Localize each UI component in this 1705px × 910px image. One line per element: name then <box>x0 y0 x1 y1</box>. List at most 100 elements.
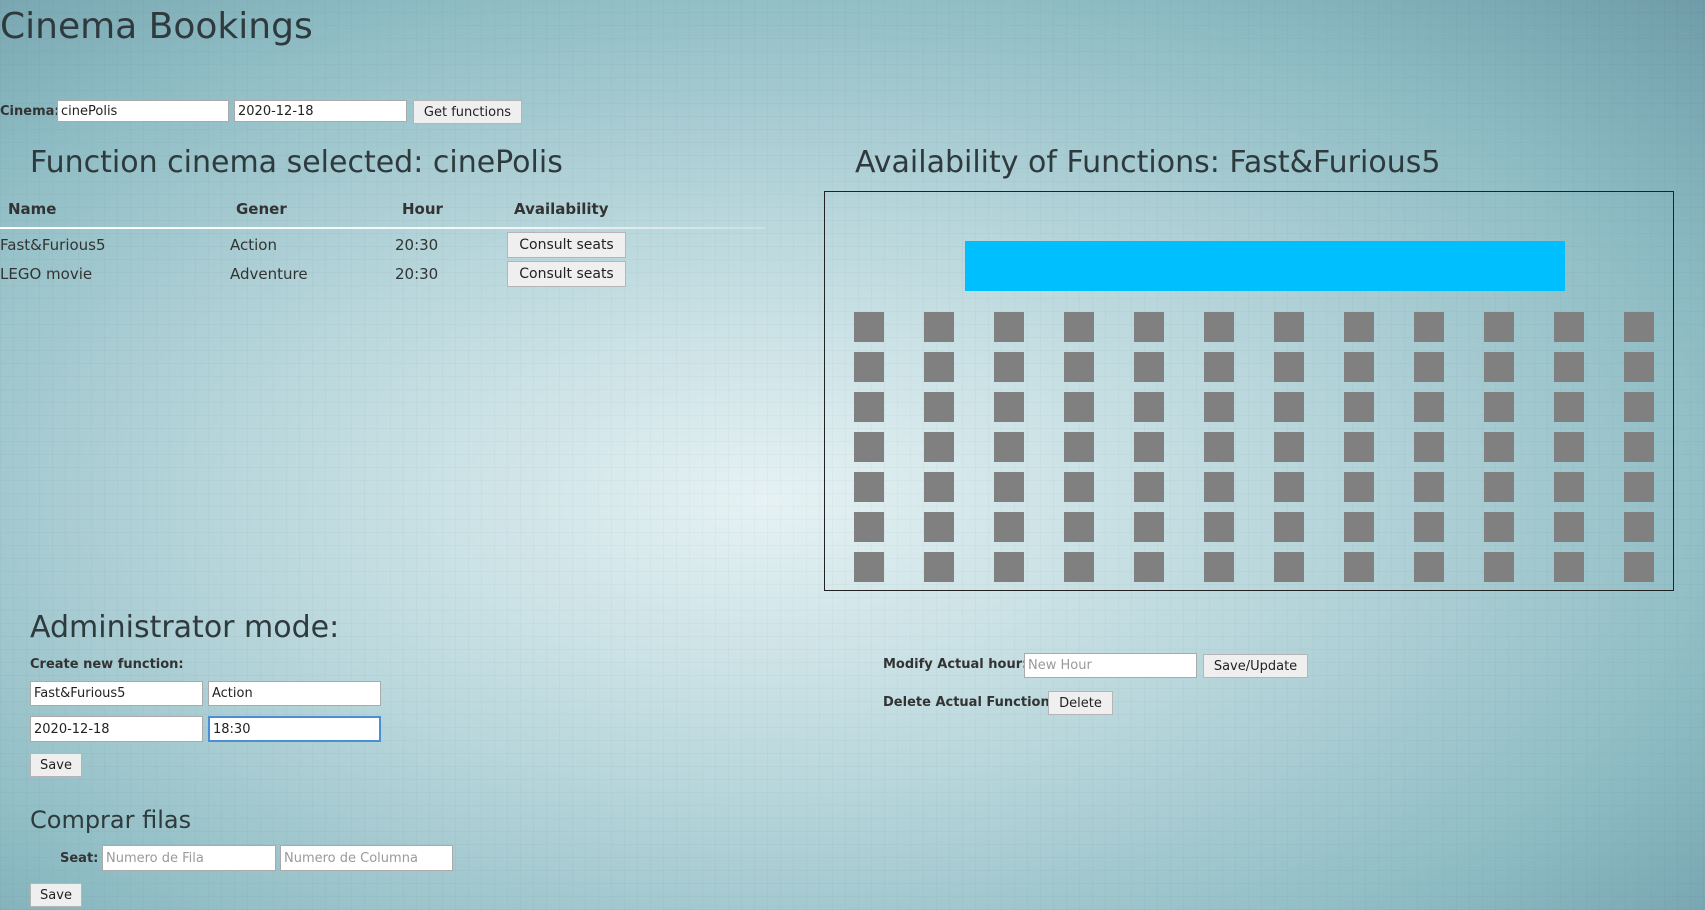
seat[interactable] <box>1274 552 1304 582</box>
seat[interactable] <box>1344 312 1374 342</box>
seat[interactable] <box>1204 552 1234 582</box>
seat[interactable] <box>924 392 954 422</box>
seat[interactable] <box>1624 552 1654 582</box>
seat[interactable] <box>854 512 884 542</box>
seat[interactable] <box>1064 312 1094 342</box>
seat[interactable] <box>1624 432 1654 462</box>
delete-button[interactable]: Delete <box>1048 691 1113 715</box>
seat[interactable] <box>994 312 1024 342</box>
seat[interactable] <box>1414 352 1444 382</box>
seat[interactable] <box>1274 312 1304 342</box>
seat[interactable] <box>924 472 954 502</box>
seat[interactable] <box>1204 312 1234 342</box>
function-date-input[interactable] <box>30 716 203 742</box>
seat[interactable] <box>924 432 954 462</box>
seat[interactable] <box>1064 472 1094 502</box>
seat[interactable] <box>924 552 954 582</box>
seat[interactable] <box>1274 432 1304 462</box>
seat[interactable] <box>1134 512 1164 542</box>
seat[interactable] <box>854 352 884 382</box>
seat[interactable] <box>1484 392 1514 422</box>
seat[interactable] <box>1204 352 1234 382</box>
seat[interactable] <box>1344 352 1374 382</box>
seat[interactable] <box>1274 392 1304 422</box>
save-update-button[interactable]: Save/Update <box>1203 654 1308 678</box>
seat[interactable] <box>924 352 954 382</box>
seat[interactable] <box>1134 552 1164 582</box>
seat[interactable] <box>1554 512 1584 542</box>
seat[interactable] <box>1204 392 1234 422</box>
seat[interactable] <box>924 312 954 342</box>
seat[interactable] <box>1624 472 1654 502</box>
seat[interactable] <box>854 392 884 422</box>
seat[interactable] <box>1414 432 1444 462</box>
seat[interactable] <box>994 352 1024 382</box>
seat[interactable] <box>1274 472 1304 502</box>
seat[interactable] <box>1414 392 1444 422</box>
column-number-input[interactable] <box>280 845 453 871</box>
seat[interactable] <box>1554 352 1584 382</box>
buy-save-button[interactable]: Save <box>30 883 82 907</box>
seat[interactable] <box>1134 392 1164 422</box>
consult-seats-button[interactable]: Consult seats <box>507 261 626 287</box>
seat[interactable] <box>1554 472 1584 502</box>
seat[interactable] <box>1064 552 1094 582</box>
seat[interactable] <box>1484 432 1514 462</box>
seat[interactable] <box>1134 432 1164 462</box>
seat[interactable] <box>1344 392 1374 422</box>
seat[interactable] <box>994 392 1024 422</box>
seat[interactable] <box>1064 352 1094 382</box>
function-name-input[interactable] <box>30 681 203 706</box>
seat[interactable] <box>1134 352 1164 382</box>
seat[interactable] <box>1414 472 1444 502</box>
seat[interactable] <box>1484 352 1514 382</box>
seat[interactable] <box>1484 512 1514 542</box>
new-hour-input[interactable] <box>1024 653 1197 678</box>
seat[interactable] <box>1624 392 1654 422</box>
seat[interactable] <box>1064 432 1094 462</box>
seat[interactable] <box>1204 472 1234 502</box>
seat[interactable] <box>1344 512 1374 542</box>
seat[interactable] <box>994 552 1024 582</box>
date-input[interactable] <box>234 100 407 122</box>
seat[interactable] <box>1064 512 1094 542</box>
seat[interactable] <box>1554 392 1584 422</box>
seat[interactable] <box>1414 552 1444 582</box>
seat[interactable] <box>1414 512 1444 542</box>
seat[interactable] <box>1274 512 1304 542</box>
seat[interactable] <box>1554 312 1584 342</box>
save-function-button[interactable]: Save <box>30 753 82 777</box>
consult-seats-button[interactable]: Consult seats <box>507 232 626 258</box>
seat[interactable] <box>1064 392 1094 422</box>
seat[interactable] <box>1484 472 1514 502</box>
seat[interactable] <box>1624 512 1654 542</box>
seat[interactable] <box>1344 432 1374 462</box>
seat[interactable] <box>1344 552 1374 582</box>
row-number-input[interactable] <box>102 845 276 871</box>
seat[interactable] <box>1344 472 1374 502</box>
seat[interactable] <box>1624 352 1654 382</box>
seat[interactable] <box>994 512 1024 542</box>
seat[interactable] <box>994 472 1024 502</box>
seat[interactable] <box>1134 472 1164 502</box>
seat[interactable] <box>854 472 884 502</box>
seat[interactable] <box>854 552 884 582</box>
function-hour-input[interactable] <box>208 716 381 742</box>
get-functions-button[interactable]: Get functions <box>413 100 522 124</box>
seat[interactable] <box>924 512 954 542</box>
cinema-input[interactable] <box>57 100 229 122</box>
seat[interactable] <box>854 312 884 342</box>
seat[interactable] <box>854 432 884 462</box>
seat[interactable] <box>1484 552 1514 582</box>
seat[interactable] <box>1484 312 1514 342</box>
seat[interactable] <box>1414 312 1444 342</box>
seat[interactable] <box>1554 552 1584 582</box>
seat[interactable] <box>994 432 1024 462</box>
seat[interactable] <box>1624 312 1654 342</box>
function-genre-input[interactable] <box>208 681 381 706</box>
seat[interactable] <box>1204 432 1234 462</box>
seat[interactable] <box>1274 352 1304 382</box>
seat[interactable] <box>1134 312 1164 342</box>
seat[interactable] <box>1554 432 1584 462</box>
seat[interactable] <box>1204 512 1234 542</box>
